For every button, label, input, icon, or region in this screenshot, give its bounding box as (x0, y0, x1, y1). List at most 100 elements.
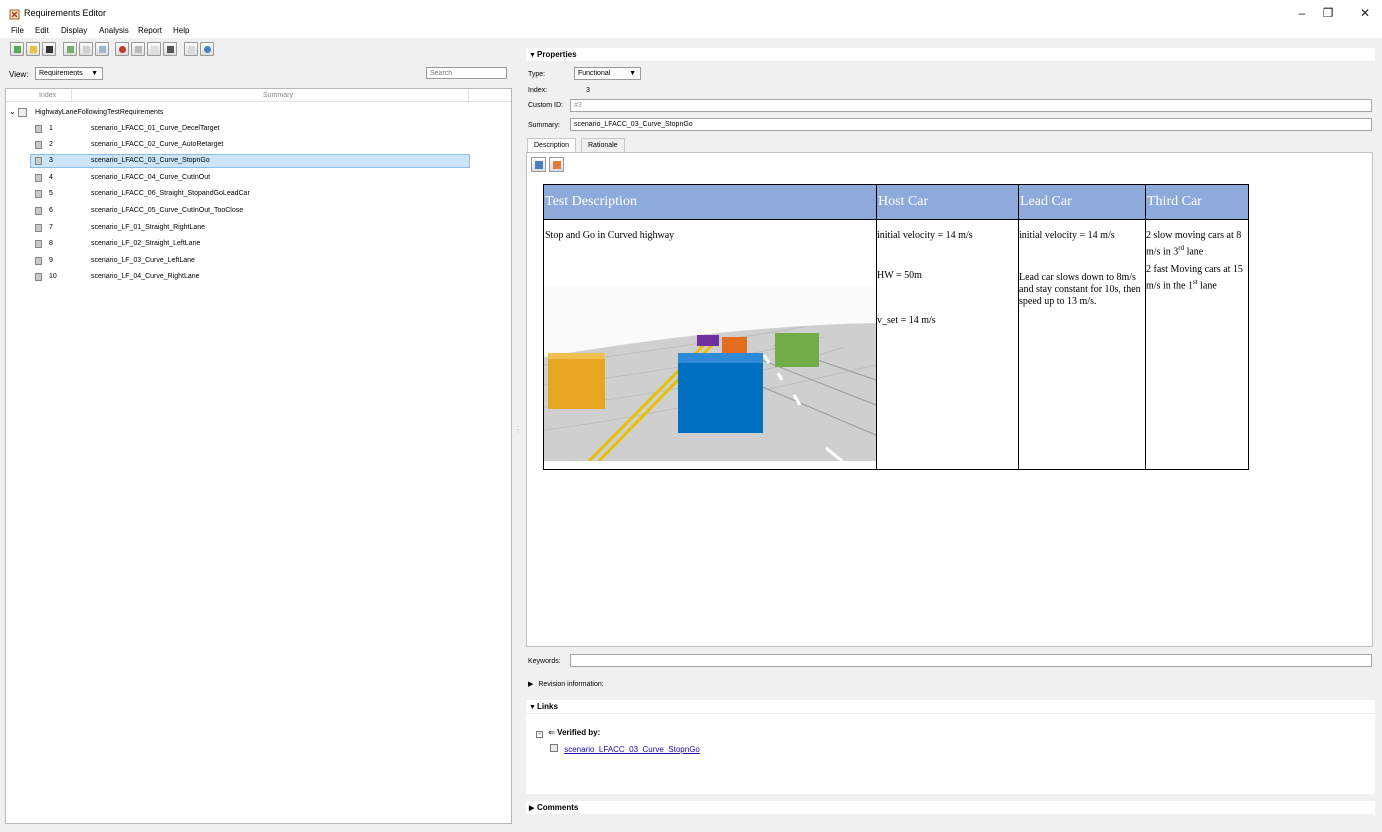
row-index: 8 (49, 240, 53, 247)
tab-rationale[interactable]: Rationale (581, 138, 625, 152)
paste-icon[interactable] (147, 42, 161, 56)
edit-description-icon[interactable] (531, 157, 546, 172)
requirement-icon (35, 141, 42, 149)
open-external-editor-icon[interactable] (549, 157, 564, 172)
table-row[interactable]: 9 scenario_LF_03_Curve_LeftLane (6, 254, 511, 268)
verified-by-link[interactable]: scenario_LFACC_03_Curve_StopnGo (564, 745, 700, 754)
collapse-triangle-icon: ▼ (529, 704, 536, 711)
highway-scenario-image (544, 285, 876, 461)
menu-edit[interactable]: Edit (35, 26, 49, 35)
menu-help[interactable]: Help (173, 26, 189, 35)
third-car-fast-cars: 2 fast Moving cars at 15 m/s in the 1st … (1146, 258, 1248, 292)
summary-label: Summary: (528, 122, 560, 129)
host-car-velocity: initial velocity = 14 m/s (877, 230, 973, 241)
table-header-host-car: Host Car (876, 184, 1019, 220)
requirements-editor-app-icon (9, 8, 21, 20)
expand-triangle-icon: ▶ (528, 681, 534, 688)
column-header-index[interactable]: Index (39, 92, 56, 99)
add-child-requirement-icon[interactable] (79, 42, 93, 56)
table-row[interactable]: 10 scenario_LF_04_Curve_RightLane (6, 270, 511, 284)
column-divider[interactable] (468, 89, 469, 102)
requirement-icon (35, 240, 42, 248)
keywords-field[interactable] (570, 654, 1372, 667)
table-row[interactable]: 2 scenario_LFACC_02_Curve_AutoRetarget (6, 138, 511, 152)
menu-bar: File Edit Display Analysis Report Help (0, 24, 1382, 38)
type-dropdown[interactable]: Functional ▼ (574, 67, 641, 80)
open-icon[interactable] (26, 42, 40, 56)
view-dropdown-value: Requirements (39, 70, 83, 77)
table-row[interactable]: 5 scenario_LFACC_06_Straight_StopandGoLe… (6, 187, 511, 201)
host-car-vset: v_set = 14 m/s (877, 315, 936, 326)
menu-report[interactable]: Report (138, 26, 162, 35)
menu-display[interactable]: Display (61, 26, 87, 35)
delete-icon[interactable] (163, 42, 177, 56)
verified-by-label: Verified by: (557, 728, 601, 737)
view-dropdown[interactable]: Requirements ▼ (35, 67, 103, 80)
table-row[interactable]: 8 scenario_LF_02_Straight_LeftLane (6, 237, 511, 251)
comments-section-header[interactable]: ▶ Comments (526, 801, 1375, 814)
row-index: 6 (49, 207, 53, 214)
table-header-test-description: Test Description (543, 184, 877, 220)
add-requirement-icon[interactable] (63, 42, 77, 56)
row-summary: scenario_LFACC_06_Straight_StopandGoLead… (91, 190, 250, 197)
chevron-down-icon: ▼ (91, 70, 98, 77)
tab-description[interactable]: Description (527, 138, 577, 152)
menu-analysis[interactable]: Analysis (99, 26, 129, 35)
summary-field[interactable]: scenario_LFACC_03_Curve_StopnGo (570, 118, 1372, 131)
requirement-icon (35, 174, 42, 182)
test-description-text: Stop and Go in Curved highway (545, 230, 675, 241)
row-index: 1 (49, 125, 53, 132)
table-row[interactable]: 7 scenario_LF_01_Straight_RightLane (6, 221, 511, 235)
links-section-header[interactable]: ▼Links (526, 700, 1375, 713)
host-car-headway: HW = 50m (877, 270, 922, 281)
third-car-line1-suffix: lane (1184, 246, 1204, 258)
custom-id-field[interactable]: #3 (570, 99, 1372, 112)
panel-splitter-handle[interactable]: ⋮ (514, 425, 522, 439)
requirement-icon (35, 157, 42, 165)
revision-info-toggle[interactable]: ▶ Revision information: (528, 680, 604, 688)
expand-triangle-icon: ▶ (529, 805, 535, 812)
minimize-button[interactable]: – (1292, 4, 1312, 22)
verified-by-link-item[interactable]: scenario_LFACC_03_Curve_StopnGo (550, 744, 700, 754)
undo-icon[interactable] (184, 42, 198, 56)
description-editor[interactable]: Test Description Host Car Lead Car Third… (526, 152, 1373, 647)
verified-by-node[interactable]: − ⇐ Verified by: (536, 728, 600, 738)
lead-car-behavior: Lead car slows down to 8m/s and stay con… (1019, 272, 1141, 307)
cut-icon[interactable] (115, 42, 129, 56)
row-summary: scenario_LF_03_Curve_LeftLane (91, 257, 195, 264)
add-justification-icon[interactable] (95, 42, 109, 56)
index-value: 3 (586, 87, 590, 94)
table-row[interactable]: 4 scenario_LFACC_04_Curve_CutInOut (6, 171, 511, 185)
tree-root-row[interactable]: ⌄ HighwayLaneFollowingTestRequirements (6, 106, 511, 120)
tree-root-label: HighwayLaneFollowingTestRequirements (35, 109, 164, 116)
properties-section-header[interactable]: ▼Properties (526, 48, 1375, 61)
row-index: 3 (49, 157, 53, 164)
row-summary: scenario_LF_04_Curve_RightLane (91, 273, 200, 280)
orange-car (722, 337, 747, 353)
requirement-icon (35, 257, 42, 265)
lead-car-cell: initial velocity = 14 m/s Lead car slows… (1018, 219, 1146, 470)
copy-icon[interactable] (131, 42, 145, 56)
third-car-cell: 2 slow moving cars at 8 m/s in 3rd lane … (1145, 219, 1249, 470)
column-header-summary[interactable]: Summary (263, 92, 293, 99)
column-divider[interactable] (71, 89, 72, 102)
requirement-icon (35, 190, 42, 198)
collapse-node-icon[interactable]: − (536, 731, 543, 738)
third-car-slow-cars: 2 slow moving cars at 8 m/s in 3rd lane (1146, 220, 1248, 258)
search-input[interactable] (426, 67, 507, 79)
row-summary: scenario_LF_01_Straight_RightLane (91, 224, 206, 231)
table-header-third-car: Third Car (1145, 184, 1249, 220)
menu-file[interactable]: File (11, 26, 24, 35)
row-summary: scenario_LFACC_01_Curve_DecelTarget (91, 125, 220, 132)
close-button[interactable]: ✕ (1355, 4, 1375, 22)
restore-button[interactable]: ❐ (1318, 4, 1338, 22)
table-row-selected[interactable]: 3 scenario_LFACC_03_Curve_StopnGo (30, 154, 470, 168)
chevron-down-icon[interactable]: ⌄ (9, 107, 16, 116)
save-icon[interactable] (42, 42, 56, 56)
table-row[interactable]: 1 scenario_LFACC_01_Curve_DecelTarget (6, 122, 511, 136)
index-label: Index: (528, 87, 548, 94)
new-requirement-set-icon[interactable] (10, 42, 24, 56)
refresh-icon[interactable] (200, 42, 214, 56)
keywords-label: Keywords: (528, 658, 561, 665)
table-row[interactable]: 6 scenario_LFACC_05_Curve_CutInOut_TooCl… (6, 204, 511, 218)
